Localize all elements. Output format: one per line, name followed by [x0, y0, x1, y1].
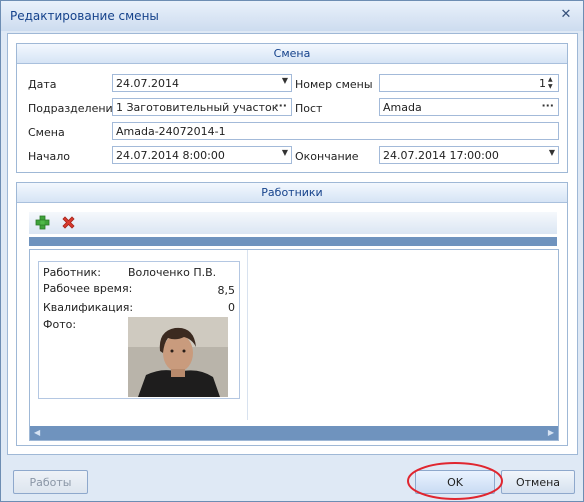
post-label: Пост	[295, 102, 323, 115]
plus-icon[interactable]	[35, 215, 50, 230]
post-value: Amada	[383, 101, 422, 114]
work-time-value: 8,5	[217, 284, 236, 297]
worker-value: Волоченко П.В.	[128, 266, 217, 279]
worker-card[interactable]: Работник: Волоченко П.В. Рабочее время: …	[38, 261, 240, 399]
division-value: 1 Заготовительный участок	[116, 101, 279, 114]
close-icon[interactable]: ✕	[559, 8, 573, 22]
workers-group-header: Работники	[17, 183, 567, 203]
date-field[interactable]: 24.07.2014 ▼	[112, 74, 292, 92]
start-label: Начало	[28, 150, 71, 163]
chevron-down-icon[interactable]: ▼	[549, 148, 555, 157]
ellipsis-icon[interactable]: ···	[541, 99, 554, 112]
post-field[interactable]: Amada ···	[379, 98, 559, 116]
photo-label: Фото:	[43, 318, 77, 331]
qualification-value: 0	[228, 301, 235, 314]
scroll-left-icon[interactable]: ◀	[34, 428, 40, 437]
workers-grid[interactable]: Работник: Волоченко П.В. Рабочее время: …	[29, 249, 559, 441]
worker-label: Работник:	[43, 266, 101, 279]
date-value: 24.07.2014	[116, 77, 179, 90]
x-icon[interactable]	[61, 215, 76, 230]
chevron-down-icon[interactable]: ▼	[282, 76, 288, 85]
qualification-label: Квалификация:	[43, 301, 134, 314]
shift-group-header: Смена	[17, 44, 567, 64]
edit-shift-dialog: Редактирование смены ✕ Смена Дата 24.07.…	[0, 0, 584, 502]
shift-number-value: 1	[539, 77, 546, 90]
workers-toolbar	[29, 212, 557, 234]
horizontal-scrollbar[interactable]: ◀ ▶	[30, 426, 558, 440]
shift-group: Смена Дата 24.07.2014 ▼ Номер смены 1 ▲ ▼…	[16, 43, 568, 173]
start-field[interactable]: 24.07.2014 8:00:00 ▼	[112, 146, 292, 164]
shift-number-label: Номер смены	[295, 78, 373, 91]
highlight-ring	[407, 462, 503, 500]
shift-label: Смена	[28, 126, 65, 139]
shift-name-value: Amada-24072014-1	[116, 125, 226, 138]
worker-photo	[128, 317, 228, 397]
end-field[interactable]: 24.07.2014 17:00:00 ▼	[379, 146, 559, 164]
works-button[interactable]: Работы	[13, 470, 88, 494]
ellipsis-icon[interactable]: ···	[274, 99, 287, 112]
spin-arrows-icon[interactable]: ▲ ▼	[548, 76, 556, 90]
date-label: Дата	[28, 78, 57, 91]
window-title: Редактирование смены	[10, 9, 159, 23]
division-label: Подразделение	[28, 102, 120, 115]
title-bar: Редактирование смены ✕	[1, 1, 583, 31]
shift-number-stepper[interactable]: 1 ▲ ▼	[379, 74, 559, 92]
end-value: 24.07.2014 17:00:00	[383, 149, 499, 162]
end-label: Окончание	[295, 150, 359, 163]
scroll-right-icon[interactable]: ▶	[548, 428, 554, 437]
grid-divider	[247, 250, 248, 420]
start-value: 24.07.2014 8:00:00	[116, 149, 225, 162]
chevron-down-icon[interactable]: ▼	[282, 148, 288, 157]
work-time-label: Рабочее время:	[43, 282, 133, 295]
toolbar-separator	[29, 237, 557, 246]
shift-name-field[interactable]: Amada-24072014-1	[112, 122, 559, 140]
division-field[interactable]: 1 Заготовительный участок ···	[112, 98, 292, 116]
cancel-button[interactable]: Отмена	[501, 470, 575, 494]
